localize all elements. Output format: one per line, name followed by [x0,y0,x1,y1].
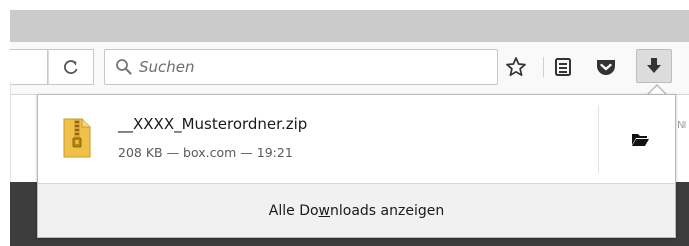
search-input[interactable] [139,56,479,78]
star-icon [506,57,526,77]
show-all-downloads-button[interactable]: Alle Do w nloads anzeigen [38,183,675,237]
reload-button[interactable] [48,49,94,85]
item-separator [598,105,599,173]
page-edge-line [10,82,11,182]
open-folder-button[interactable] [622,121,658,157]
reading-list-icon [555,58,571,76]
download-filename: __XXXX_Musterordner.zip [118,115,308,133]
footer-label-part: nloads anzeigen [330,202,445,219]
download-meta: 208 KB — box.com — 19:21 [118,145,293,160]
download-item[interactable]: __XXXX_Musterordner.zip 208 KB — box.com… [38,95,675,183]
open-folder-icon [632,134,649,146]
zip-file-icon [63,118,91,158]
page-text-fragment: NI [677,120,686,131]
toolbar-separator [543,57,544,77]
footer-label-part: Alle Do [268,202,319,219]
search-bar[interactable] [104,49,498,85]
magnifier-icon [116,59,132,75]
navigation-toolbar [10,42,689,95]
downloads-button[interactable] [636,49,672,83]
url-bar-edge[interactable] [10,49,48,85]
pocket-button[interactable] [594,55,618,79]
footer-label-accesskey: w [318,202,330,219]
reload-icon [64,60,78,74]
reading-list-button[interactable] [551,55,575,79]
pocket-icon [597,60,615,75]
tab-strip [10,10,689,42]
bookmark-star-button[interactable] [504,55,528,79]
download-arrow-icon [647,58,661,73]
downloads-panel: __XXXX_Musterordner.zip 208 KB — box.com… [37,94,676,238]
